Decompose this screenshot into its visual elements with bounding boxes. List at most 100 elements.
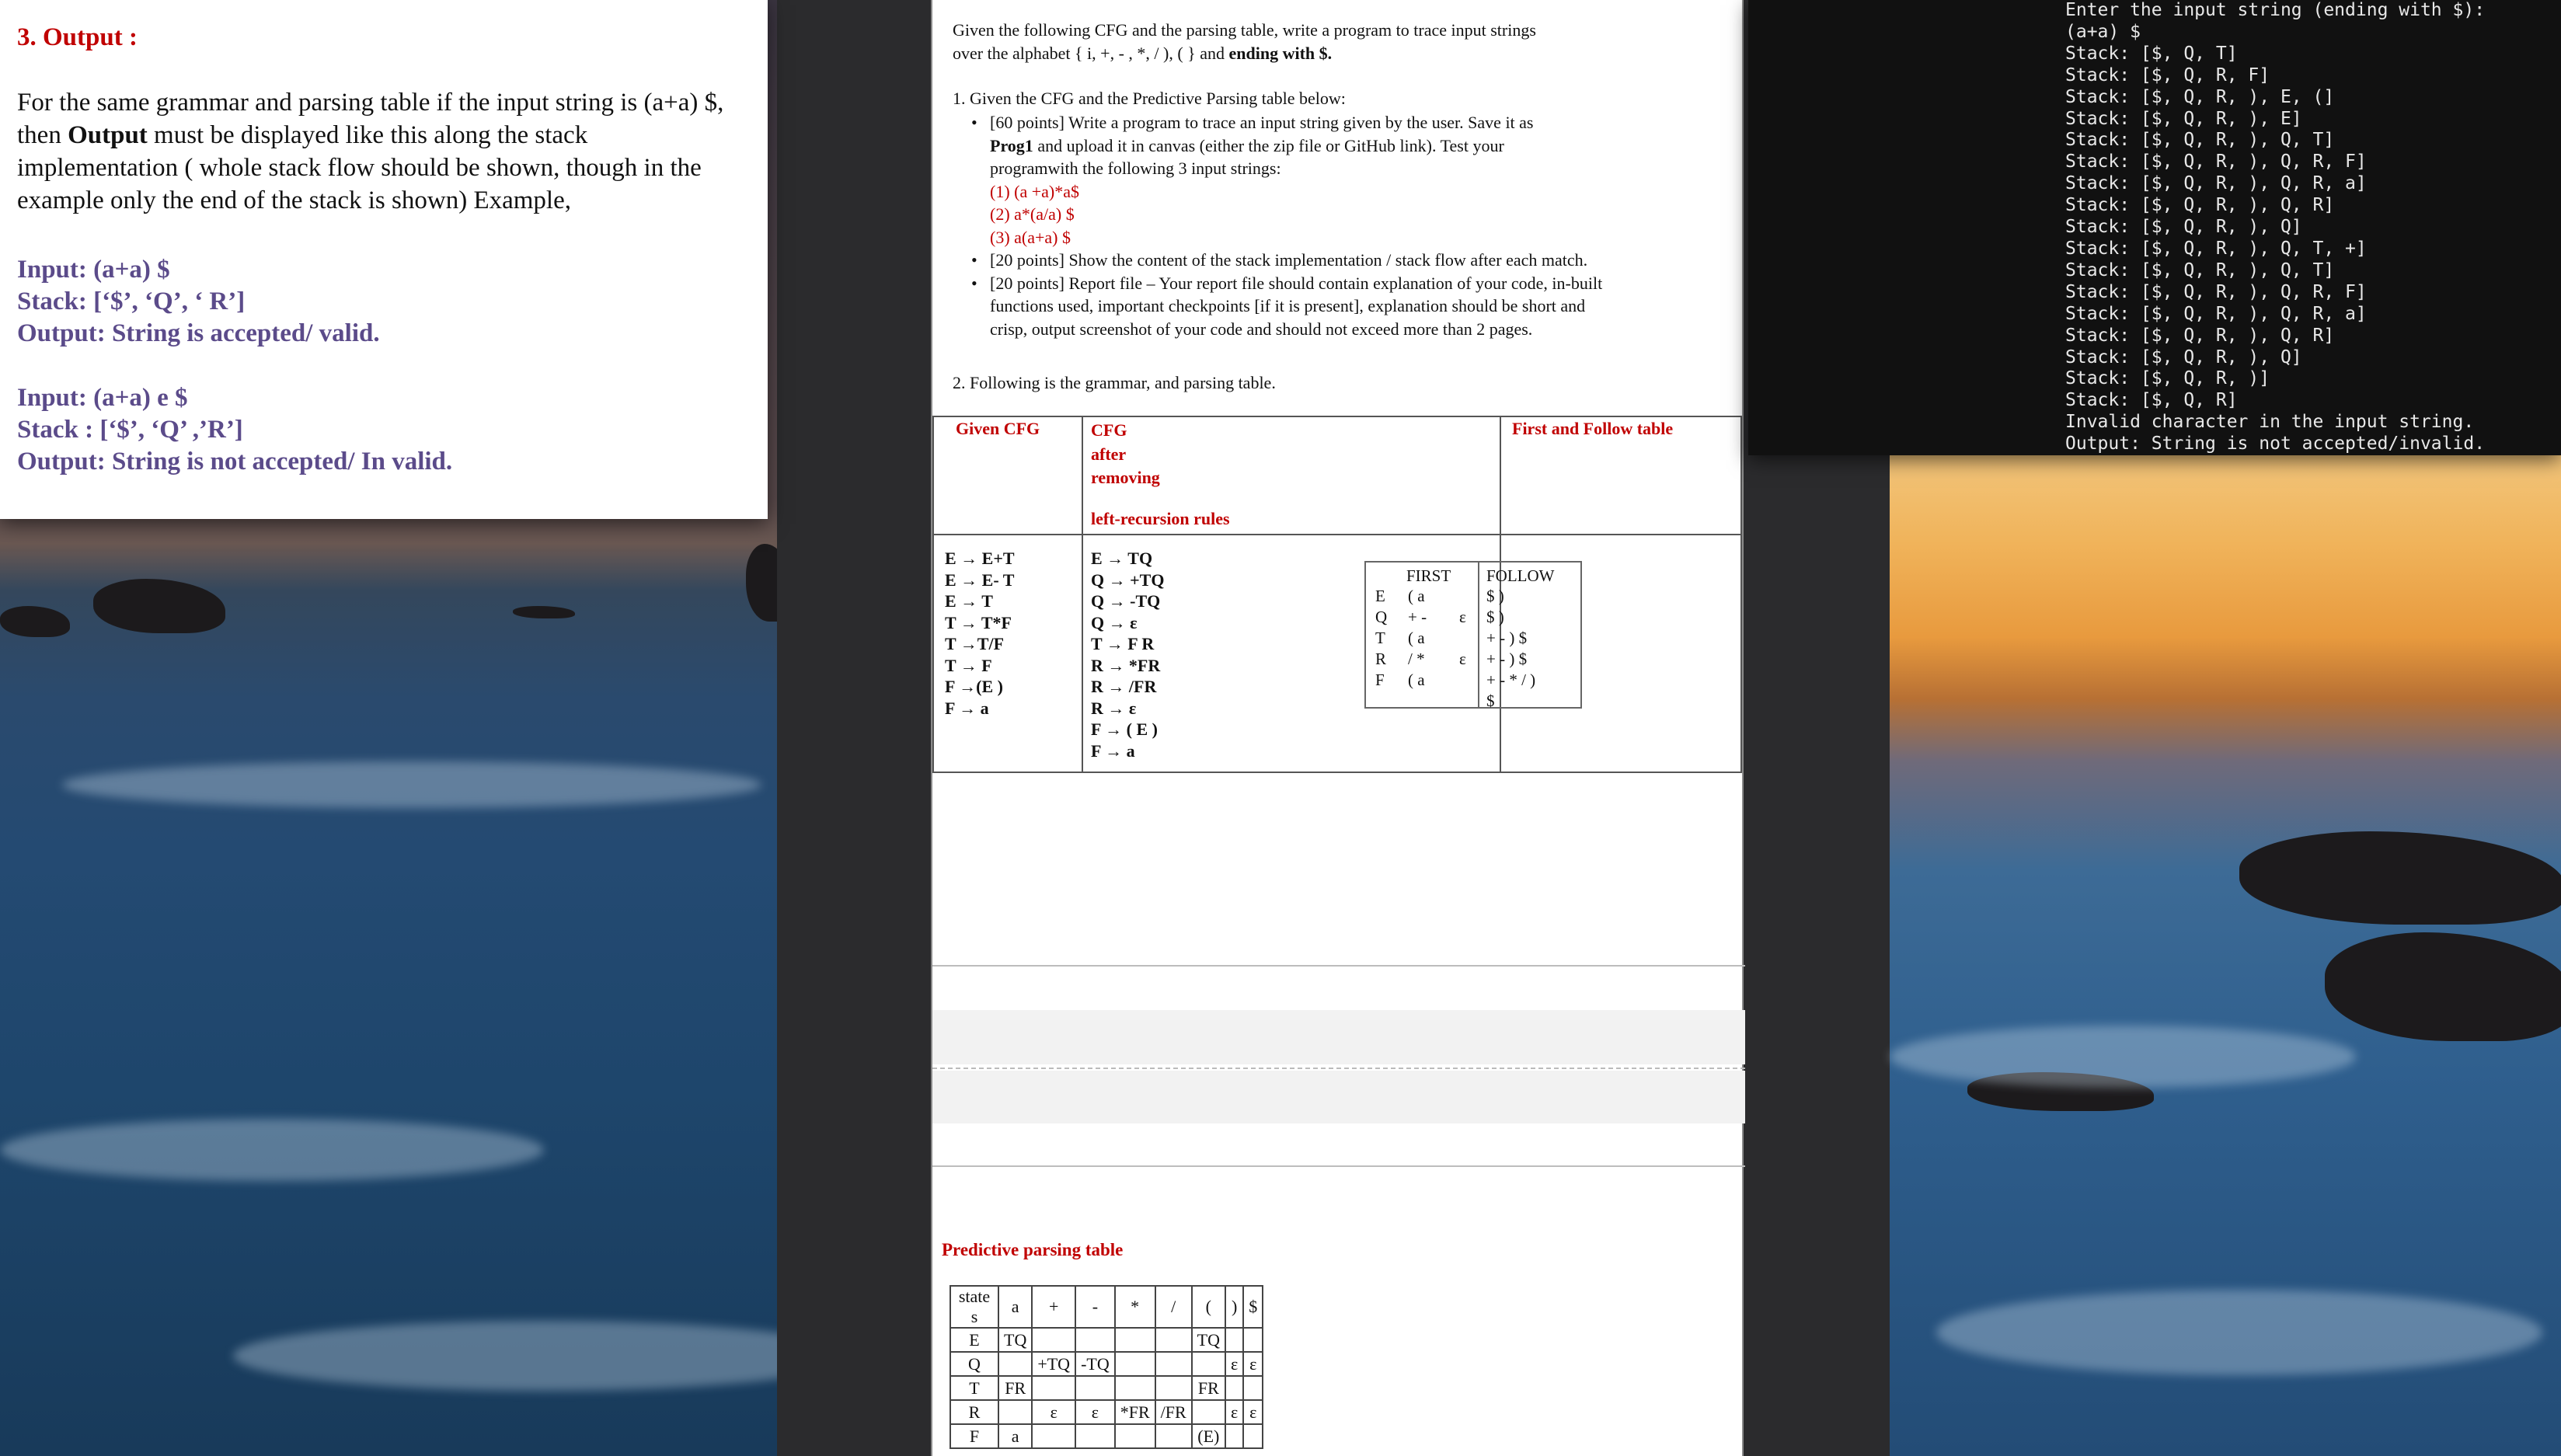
terminal-line: Stack: [$, Q, R] [2065,390,2238,411]
table-cell [1113,1327,1156,1353]
table-cell: ) [1224,1285,1245,1329]
table-cell [1031,1327,1077,1353]
cfg-after-header: CFG after removing left-recursion rules [1091,419,1230,531]
intro-span: over the alphabet { i, +, - , *, / ), ( … [953,44,1229,63]
ff-divider [1478,563,1479,707]
example-output: Output: String is accepted/ valid. [17,319,380,347]
table-divider [934,534,1740,535]
description-bold: Output [68,121,148,149]
table-cell: ε [1242,1399,1264,1425]
converted-production: R → /FR [1091,677,1157,696]
table-cell: (E) [1190,1423,1227,1449]
table-cell: *FR [1113,1399,1156,1425]
example-stack: Stack: [‘$’, ‘Q’, ‘ R’] [17,287,246,315]
given-production: T →T/F [945,634,1005,653]
bullet-item: • [20 points] Show the content of the st… [971,249,1733,272]
bullet-list: • [60 points] Write a program to trace a… [971,111,1733,340]
instruction-window[interactable]: 3. Output : For the same grammar and par… [0,0,768,519]
table-cell: ε [1224,1351,1245,1377]
ff-epsilon-entry [1459,628,1466,649]
intro-line: over the alphabet { i, +, - , *, / ), ( … [953,42,1730,65]
table-cell: Q [949,1351,999,1377]
wallpaper-rock [93,579,225,633]
question-2-label: 2. Following is the grammar, and parsing… [953,373,1276,392]
table-cell: ε [1242,1351,1264,1377]
table-cell: +TQ [1031,1351,1077,1377]
table-cell [1242,1423,1264,1449]
ff-follow-entry: $ [1486,691,1495,710]
table-cell: - [1075,1285,1116,1329]
ff-first-entry: + - [1408,608,1427,626]
ff-first-entry: ( a [1408,671,1425,689]
table-cell [1113,1351,1156,1377]
given-production: E → E+T [945,549,1015,568]
terminal-line: Stack: [$, Q, R, ), E] [2065,108,2302,129]
terminal-line: Stack: [$, Q, R, ), Q, T] [2065,130,2335,151]
terminal-window[interactable]: Enter the input string (ending with $):(… [1748,0,2561,455]
ff-nonterminal: Q [1375,608,1388,626]
intro-line: Given the following CFG and the parsing … [953,20,1536,40]
table-row: T FR FR [949,1375,1264,1401]
terminal-line: Stack: [$, Q, R, ), Q] [2065,347,2302,367]
table-cell: + [1031,1285,1077,1329]
ff-follow-entry: + - ) $ [1486,650,1528,668]
terminal-line: Stack: [$, Q, R, )] [2065,368,2270,389]
bullet-dot: • [971,113,977,132]
cfg-after-header-line: left-recursion rules [1091,508,1230,528]
ff-follow-sets: $ ) $ ) + - ) $ + - ) $ + - * / ) $ [1486,586,1535,712]
table-cell: ε [1031,1399,1077,1425]
bullet-span: and upload it in canvas (either the zip … [1033,135,1504,155]
table-cell [1154,1351,1193,1377]
ff-first-entry: ( a [1408,629,1425,647]
table-cell: a [997,1285,1033,1329]
bullet-item: • [60 points] Write a program to trace a… [971,111,1733,249]
converted-production: E → TQ [1091,549,1153,568]
table-cell [1113,1375,1156,1401]
table-cell: T [949,1375,999,1401]
bullet-text: functions used, important checkpoints [i… [990,296,1586,315]
ff-first-entry: / * [1408,650,1425,668]
converted-production: R → *FR [1091,655,1161,675]
table-row: Fa (E) [949,1423,1264,1449]
terminal-line: Stack: [$, Q, R, ), Q, R, F] [2065,152,2367,172]
ff-nonterminal: T [1375,629,1385,647]
example-input: Input: (a+a) $ [17,256,170,284]
table-cell: state s [949,1285,999,1329]
terminal-output: Enter the input string (ending with $):(… [2065,0,2561,455]
assignment-document[interactable]: Given the following CFG and the parsing … [931,0,1745,1456]
page-band [932,1071,1745,1123]
table-row: E TQ TQ [949,1327,1264,1353]
example-output: Output: String is not accepted/ In valid… [17,448,453,475]
table-cell: R [949,1399,999,1425]
ff-follow-entry: $ ) [1486,587,1504,605]
table-cell: TQ [997,1327,1033,1353]
bullet-text: [60 points] Write a program to trace an … [990,113,1534,132]
given-cfg-productions: E → E+T E → E- TE → TT → T*F T →T/F T → F F … [945,548,1015,719]
terminal-line: Stack: [$, Q, R, ), Q, R] [2065,325,2335,346]
intro-bold: ending with $. [1228,44,1333,63]
terminal-line: Stack: [$, Q, R, ), Q, T, +] [2065,238,2367,259]
example-input: Input: (a+a) e $ [17,384,188,412]
table-cell [1075,1327,1116,1353]
example-accepted: Input: (a+a) $ Stack: [‘$’, ‘Q’, ‘ R’] O… [17,254,751,350]
wallpaper-wave [233,1321,855,1391]
given-cfg-header: Given CFG [956,419,1040,438]
converted-production: R → ε [1091,698,1137,718]
ff-nonterminal: F [1375,671,1385,689]
table-cell: FR [1190,1375,1227,1401]
bullet-text: Prog1 and upload it in canvas (either th… [990,134,1733,158]
converted-production: F → a [1091,740,1135,761]
example-stack: Stack : [‘$’, ‘Q’ ,’R’] [17,416,243,444]
terminal-line: (a+a) $ [2065,21,2141,42]
bullet-dot: • [971,273,977,293]
wallpaper-wave [62,761,761,808]
terminal-line: Stack: [$, Q, R, ), Q, R, a] [2065,303,2367,324]
table-cell [1075,1423,1116,1449]
bullet-item: • [20 points] Report file – Your report … [971,272,1733,341]
table-cell: ε [1224,1399,1245,1425]
ff-first-sets: ( a + - ( a / * ( a [1408,586,1427,691]
terminal-line: Stack: [$, Q, R, ), Q, T] [2065,260,2335,280]
given-production: E → E- T [945,570,1015,590]
first-header: FIRST [1406,566,1451,585]
terminal-line: Invalid character in the input string. [2065,412,2475,433]
